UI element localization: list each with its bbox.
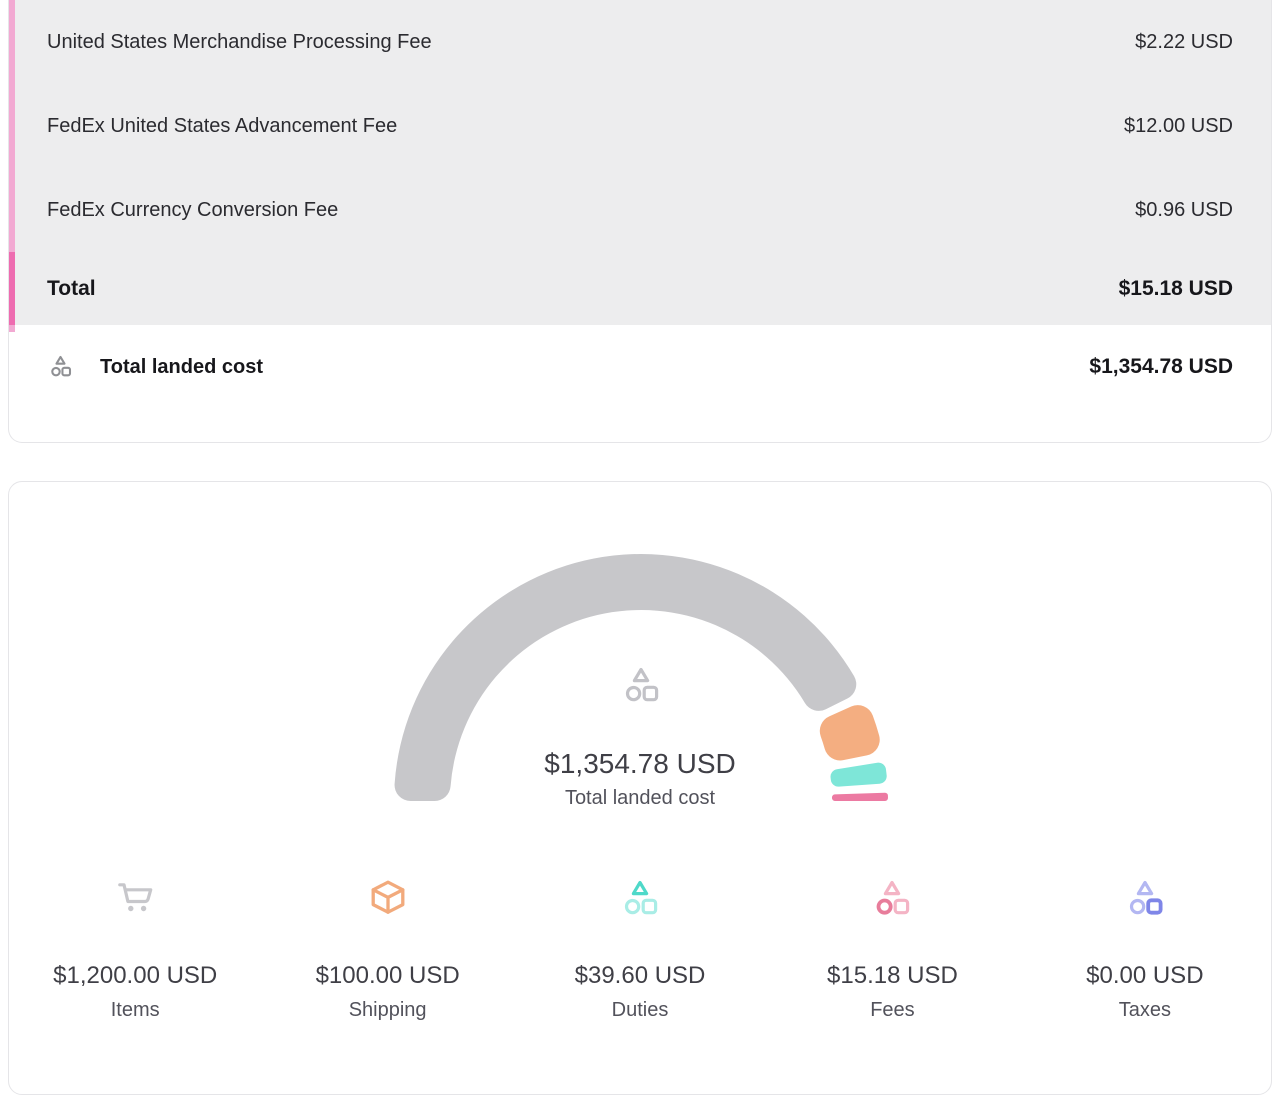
fee-row: United States Merchandise Processing Fee… [9, 0, 1271, 84]
accent-stripe-stub [9, 325, 15, 332]
total-landed-cost-amount: $1,354.78 USD [1089, 355, 1233, 379]
fee-label: FedEx Currency Conversion Fee [47, 199, 338, 222]
shapes-icon-taxes-svg [1123, 876, 1167, 922]
fee-amount: $12.00 USD [1124, 115, 1233, 138]
cart-icon-svg [113, 877, 157, 921]
legend-label: Taxes [1019, 999, 1271, 1022]
fee-total-label: Total [47, 277, 96, 301]
total-landed-cost-label: Total landed cost [100, 356, 1089, 379]
cart-icon [9, 876, 261, 922]
shapes-icon-fees-svg [870, 876, 914, 922]
legend-item-items: $1,200.00 USD Items [9, 876, 261, 1022]
gauge-center-value: $1,354.78 USD [9, 748, 1271, 780]
landed-cost-chart-card: $1,354.78 USD Total landed cost $1,200.0… [8, 481, 1272, 1095]
legend-label: Shipping [261, 999, 513, 1022]
package-icon-svg [366, 877, 410, 921]
legend-label: Fees [766, 999, 1018, 1022]
shapes-icon [47, 353, 74, 381]
gauge-center-label: Total landed cost [9, 787, 1271, 810]
fee-total-amount: $15.18 USD [1119, 277, 1233, 301]
legend-amount: $1,200.00 USD [9, 962, 261, 990]
fee-row: FedEx Currency Conversion Fee $0.96 USD [9, 168, 1271, 252]
fee-row: FedEx United States Advancement Fee $12.… [9, 84, 1271, 168]
shapes-icon [619, 663, 663, 709]
shapes-icon-duties-svg [618, 876, 662, 922]
accent-stripe-light [9, 0, 15, 252]
package-icon [261, 876, 513, 922]
accent-stripe-dark [9, 252, 15, 325]
shapes-icon-fees [766, 876, 1018, 922]
fee-label: FedEx United States Advancement Fee [47, 115, 397, 138]
total-landed-cost-row: Total landed cost $1,354.78 USD [9, 325, 1271, 409]
shapes-icon-taxes [1019, 876, 1271, 922]
fee-breakdown-table: United States Merchandise Processing Fee… [9, 0, 1271, 325]
legend-item-fees: $15.18 USD Fees [766, 876, 1018, 1022]
legend-label: Duties [514, 999, 766, 1022]
legend-item-duties: $39.60 USD Duties [514, 876, 766, 1022]
fee-amount: $0.96 USD [1135, 199, 1233, 222]
fee-amount: $2.22 USD [1135, 31, 1233, 54]
legend-item-shipping: $100.00 USD Shipping [261, 876, 513, 1022]
legend-amount: $39.60 USD [514, 962, 766, 990]
legend-label: Items [9, 999, 261, 1022]
legend-item-taxes: $0.00 USD Taxes [1019, 876, 1271, 1022]
legend-amount: $15.18 USD [766, 962, 1018, 990]
shapes-icon-duties [514, 876, 766, 922]
legend-amount: $100.00 USD [261, 962, 513, 990]
gauge-legend: $1,200.00 USD Items $100.00 USD Shipping [9, 876, 1271, 1022]
fee-breakdown-card: United States Merchandise Processing Fee… [8, 0, 1272, 443]
legend-amount: $0.00 USD [1019, 962, 1271, 990]
fee-total-row: Total $15.18 USD [9, 252, 1271, 325]
fee-label: United States Merchandise Processing Fee [47, 31, 432, 54]
